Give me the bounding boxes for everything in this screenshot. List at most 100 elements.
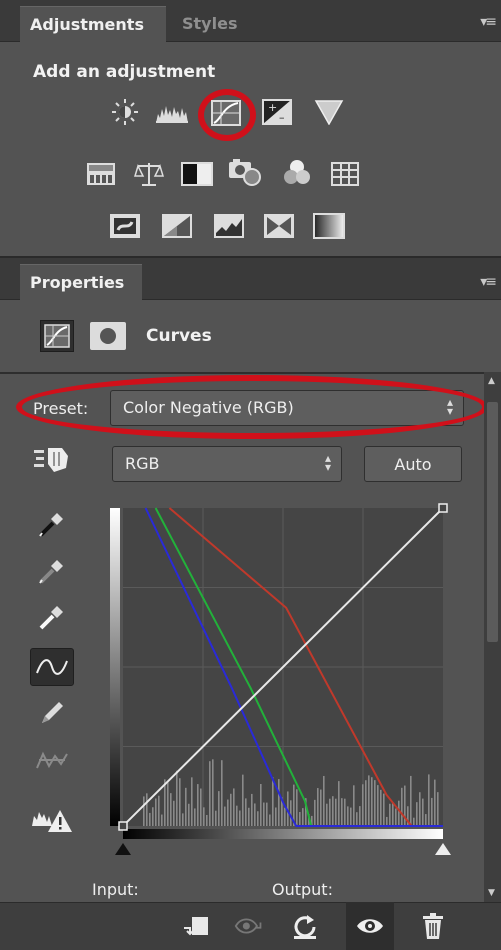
histogram-bar <box>425 814 427 826</box>
histogram-bar <box>227 799 229 826</box>
brightness-contrast-icon[interactable] <box>108 98 142 126</box>
histogram-bar <box>224 806 226 826</box>
color-lookup-icon[interactable] <box>328 160 362 188</box>
target-adjust-icon[interactable] <box>30 440 74 478</box>
levels-icon[interactable] <box>155 98 189 126</box>
properties-scrollbar[interactable]: ▲ ▼ <box>484 372 501 902</box>
posterize-icon[interactable] <box>160 212 194 240</box>
black-point-eyedropper-icon[interactable] <box>30 505 74 543</box>
histogram-bar <box>368 775 370 826</box>
color-balance-icon[interactable] <box>132 160 166 188</box>
hue-saturation-icon[interactable] <box>84 160 118 188</box>
tab-styles[interactable]: Styles <box>172 6 252 42</box>
histogram-bar <box>191 777 193 826</box>
histogram-bar <box>257 811 259 826</box>
layer-mask-icon[interactable] <box>90 322 126 350</box>
scrollbar-thumb[interactable] <box>487 402 498 642</box>
histogram-bar <box>329 798 331 826</box>
auto-button[interactable]: Auto <box>364 446 462 482</box>
photo-filter-icon[interactable] <box>228 158 262 186</box>
properties-tab-bar: Properties ▾≡ <box>0 258 501 300</box>
histogram-bar <box>296 789 298 826</box>
histogram-bar <box>251 793 253 826</box>
histogram-bar <box>389 803 391 826</box>
smooth-icon[interactable] <box>30 742 74 780</box>
tab-properties[interactable]: Properties <box>20 264 142 300</box>
add-adjustment-title: Add an adjustment <box>33 62 216 82</box>
histogram-bar <box>335 798 337 826</box>
histogram-bar <box>215 810 217 826</box>
histogram-bar <box>161 814 163 826</box>
curve-endpoint-white[interactable] <box>438 503 448 513</box>
histogram-bar <box>242 774 244 826</box>
channel-mixer-icon[interactable] <box>280 158 314 186</box>
scroll-down-icon[interactable]: ▼ <box>488 888 495 898</box>
histogram-bar <box>197 784 199 826</box>
histogram-bar <box>365 780 367 826</box>
histogram-bar <box>410 775 412 826</box>
histogram-bar <box>230 793 232 826</box>
curves-graph[interactable] <box>105 500 455 860</box>
channel-dropdown[interactable]: RGB ▴ ▾ <box>112 446 342 482</box>
histogram-bar <box>401 787 403 826</box>
histogram-bar <box>206 814 208 826</box>
histogram-bar <box>413 817 415 826</box>
curve-endpoint-black[interactable] <box>118 821 128 831</box>
histogram-bar <box>209 761 211 826</box>
exposure-icon[interactable]: + – <box>260 98 294 126</box>
reset-icon[interactable] <box>290 912 320 940</box>
curves-layer-icon[interactable] <box>40 320 74 352</box>
svg-text:+: + <box>268 101 277 114</box>
scroll-up-icon[interactable]: ▲ <box>488 376 495 386</box>
clipping-warning-icon[interactable] <box>30 800 74 838</box>
histogram-bar <box>371 777 373 826</box>
histogram-bar <box>338 781 340 826</box>
input-label: Input: <box>92 880 139 899</box>
histogram-bar <box>362 784 364 826</box>
histogram-bar <box>422 798 424 826</box>
histogram-bar <box>263 802 265 826</box>
black-white-icon[interactable] <box>180 160 214 188</box>
histogram-bar <box>386 816 388 826</box>
histogram-bar <box>419 792 421 826</box>
invert-icon[interactable] <box>108 212 142 240</box>
histogram-bar <box>233 788 235 826</box>
histogram-bar <box>272 777 274 826</box>
histogram-bar <box>194 808 196 826</box>
clip-to-layer-icon[interactable] <box>180 912 210 940</box>
histogram-bar <box>431 797 433 826</box>
curves-icon[interactable] <box>209 99 243 127</box>
threshold-icon[interactable] <box>212 212 246 240</box>
histogram-bar <box>146 793 148 826</box>
histogram-bar <box>314 799 316 826</box>
histogram-bar <box>404 785 406 826</box>
gradient-map-icon[interactable] <box>312 212 346 240</box>
preset-highlight-ellipse <box>16 375 488 439</box>
curve-point-icon[interactable] <box>30 648 74 686</box>
histogram-bar <box>143 796 145 826</box>
histogram-bar <box>359 806 361 826</box>
histogram-bar <box>350 807 352 826</box>
vibrance-icon[interactable] <box>312 98 346 126</box>
visibility-eye-icon[interactable] <box>355 912 385 940</box>
histogram-bar <box>341 798 343 826</box>
histogram-bar <box>152 807 154 826</box>
histogram-bar <box>428 774 430 826</box>
gray-point-eyedropper-icon[interactable] <box>30 552 74 590</box>
white-point-eyedropper-icon[interactable] <box>30 598 74 636</box>
histogram-bar <box>344 798 346 826</box>
selective-color-icon[interactable] <box>262 212 296 240</box>
properties-menu-icon[interactable]: ▾≡ <box>480 274 497 290</box>
tab-adjustments[interactable]: Adjustments <box>20 6 166 42</box>
histogram-bar <box>239 810 241 826</box>
trash-icon[interactable] <box>418 912 448 940</box>
histogram-bar <box>236 805 238 826</box>
histogram-bar <box>332 796 334 826</box>
histogram-bar <box>173 800 175 826</box>
histogram-bar <box>149 812 151 826</box>
histogram-bar <box>284 807 286 826</box>
panel-menu-icon[interactable]: ▾≡ <box>480 14 497 30</box>
pencil-icon[interactable] <box>30 694 74 732</box>
view-previous-icon[interactable] <box>234 912 264 940</box>
histogram-bar <box>275 807 277 826</box>
